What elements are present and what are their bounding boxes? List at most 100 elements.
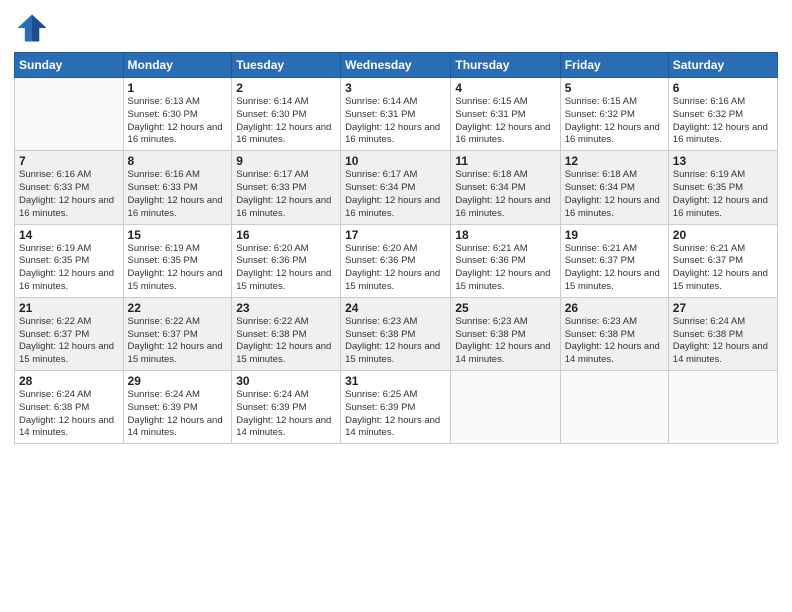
calendar-cell: 29Sunrise: 6:24 AMSunset: 6:39 PMDayligh… (123, 371, 232, 444)
day-detail: Sunrise: 6:14 AMSunset: 6:30 PMDaylight:… (236, 96, 336, 147)
day-detail: Sunrise: 6:16 AMSunset: 6:33 PMDaylight:… (128, 169, 228, 220)
weekday-header-tuesday: Tuesday (232, 53, 341, 78)
calendar-cell: 31Sunrise: 6:25 AMSunset: 6:39 PMDayligh… (341, 371, 451, 444)
calendar-cell: 8Sunrise: 6:16 AMSunset: 6:33 PMDaylight… (123, 151, 232, 224)
day-number: 21 (19, 301, 119, 315)
calendar-cell: 27Sunrise: 6:24 AMSunset: 6:38 PMDayligh… (668, 297, 777, 370)
header (14, 10, 778, 46)
weekday-header-sunday: Sunday (15, 53, 124, 78)
day-number: 1 (128, 81, 228, 95)
weekday-header-friday: Friday (560, 53, 668, 78)
calendar-cell: 10Sunrise: 6:17 AMSunset: 6:34 PMDayligh… (341, 151, 451, 224)
day-detail: Sunrise: 6:22 AMSunset: 6:37 PMDaylight:… (19, 316, 119, 367)
day-detail: Sunrise: 6:23 AMSunset: 6:38 PMDaylight:… (455, 316, 555, 367)
calendar-cell: 6Sunrise: 6:16 AMSunset: 6:32 PMDaylight… (668, 78, 777, 151)
day-number: 29 (128, 374, 228, 388)
calendar-cell: 23Sunrise: 6:22 AMSunset: 6:38 PMDayligh… (232, 297, 341, 370)
day-number: 26 (565, 301, 664, 315)
day-number: 3 (345, 81, 446, 95)
day-number: 13 (673, 154, 773, 168)
calendar-cell: 28Sunrise: 6:24 AMSunset: 6:38 PMDayligh… (15, 371, 124, 444)
day-number: 17 (345, 228, 446, 242)
day-number: 25 (455, 301, 555, 315)
calendar-cell: 5Sunrise: 6:15 AMSunset: 6:32 PMDaylight… (560, 78, 668, 151)
day-number: 24 (345, 301, 446, 315)
calendar-cell: 18Sunrise: 6:21 AMSunset: 6:36 PMDayligh… (451, 224, 560, 297)
day-number: 18 (455, 228, 555, 242)
day-detail: Sunrise: 6:24 AMSunset: 6:39 PMDaylight:… (128, 389, 228, 440)
calendar-week-row: 21Sunrise: 6:22 AMSunset: 6:37 PMDayligh… (15, 297, 778, 370)
day-number: 15 (128, 228, 228, 242)
day-detail: Sunrise: 6:20 AMSunset: 6:36 PMDaylight:… (236, 243, 336, 294)
day-detail: Sunrise: 6:24 AMSunset: 6:38 PMDaylight:… (19, 389, 119, 440)
weekday-header-monday: Monday (123, 53, 232, 78)
logo-icon (14, 10, 50, 46)
calendar-cell: 3Sunrise: 6:14 AMSunset: 6:31 PMDaylight… (341, 78, 451, 151)
day-number: 2 (236, 81, 336, 95)
day-detail: Sunrise: 6:15 AMSunset: 6:31 PMDaylight:… (455, 96, 555, 147)
day-number: 4 (455, 81, 555, 95)
day-number: 9 (236, 154, 336, 168)
calendar-cell (451, 371, 560, 444)
calendar-cell: 11Sunrise: 6:18 AMSunset: 6:34 PMDayligh… (451, 151, 560, 224)
calendar-cell: 24Sunrise: 6:23 AMSunset: 6:38 PMDayligh… (341, 297, 451, 370)
day-detail: Sunrise: 6:21 AMSunset: 6:36 PMDaylight:… (455, 243, 555, 294)
calendar-cell: 13Sunrise: 6:19 AMSunset: 6:35 PMDayligh… (668, 151, 777, 224)
calendar-cell: 9Sunrise: 6:17 AMSunset: 6:33 PMDaylight… (232, 151, 341, 224)
calendar-cell: 22Sunrise: 6:22 AMSunset: 6:37 PMDayligh… (123, 297, 232, 370)
day-detail: Sunrise: 6:19 AMSunset: 6:35 PMDaylight:… (128, 243, 228, 294)
day-number: 20 (673, 228, 773, 242)
calendar-cell: 1Sunrise: 6:13 AMSunset: 6:30 PMDaylight… (123, 78, 232, 151)
calendar-cell: 12Sunrise: 6:18 AMSunset: 6:34 PMDayligh… (560, 151, 668, 224)
day-number: 11 (455, 154, 555, 168)
day-number: 16 (236, 228, 336, 242)
weekday-header-wednesday: Wednesday (341, 53, 451, 78)
calendar-cell (560, 371, 668, 444)
day-number: 23 (236, 301, 336, 315)
day-number: 30 (236, 374, 336, 388)
day-detail: Sunrise: 6:17 AMSunset: 6:34 PMDaylight:… (345, 169, 446, 220)
weekday-header-saturday: Saturday (668, 53, 777, 78)
calendar-cell: 17Sunrise: 6:20 AMSunset: 6:36 PMDayligh… (341, 224, 451, 297)
page: SundayMondayTuesdayWednesdayThursdayFrid… (0, 0, 792, 612)
day-detail: Sunrise: 6:22 AMSunset: 6:38 PMDaylight:… (236, 316, 336, 367)
day-detail: Sunrise: 6:24 AMSunset: 6:38 PMDaylight:… (673, 316, 773, 367)
calendar-week-row: 7 Sunrise: 6:16 AMSunset: 6:33 PMDaylight… (15, 151, 778, 224)
day-detail: Sunrise: 6:25 AMSunset: 6:39 PMDaylight:… (345, 389, 446, 440)
calendar-cell: 20Sunrise: 6:21 AMSunset: 6:37 PMDayligh… (668, 224, 777, 297)
calendar-week-row: 1Sunrise: 6:13 AMSunset: 6:30 PMDaylight… (15, 78, 778, 151)
day-number: 27 (673, 301, 773, 315)
calendar-cell: 19Sunrise: 6:21 AMSunset: 6:37 PMDayligh… (560, 224, 668, 297)
day-detail: Sunrise: 6:22 AMSunset: 6:37 PMDaylight:… (128, 316, 228, 367)
calendar-cell: 4Sunrise: 6:15 AMSunset: 6:31 PMDaylight… (451, 78, 560, 151)
day-detail: Sunrise: 6:19 AMSunset: 6:35 PMDaylight:… (19, 243, 119, 294)
calendar-cell: 30Sunrise: 6:24 AMSunset: 6:39 PMDayligh… (232, 371, 341, 444)
calendar-cell: 14Sunrise: 6:19 AMSunset: 6:35 PMDayligh… (15, 224, 124, 297)
calendar-cell: 7Sunrise: 6:16 AMSunset: 6:33 PMDaylight… (15, 151, 124, 224)
day-number: 5 (565, 81, 664, 95)
calendar-table: SundayMondayTuesdayWednesdayThursdayFrid… (14, 52, 778, 444)
day-number: 6 (673, 81, 773, 95)
day-detail: Sunrise: 6:16 AMSunset: 6:32 PMDaylight:… (673, 96, 773, 147)
day-detail: Sunrise: 6:21 AMSunset: 6:37 PMDaylight:… (673, 243, 773, 294)
calendar-cell: 16Sunrise: 6:20 AMSunset: 6:36 PMDayligh… (232, 224, 341, 297)
day-detail: Sunrise: 6:18 AMSunset: 6:34 PMDaylight:… (565, 169, 664, 220)
calendar-cell: 21Sunrise: 6:22 AMSunset: 6:37 PMDayligh… (15, 297, 124, 370)
day-detail: Sunrise: 6:21 AMSunset: 6:37 PMDaylight:… (565, 243, 664, 294)
day-number: 10 (345, 154, 446, 168)
day-detail: Sunrise: 6:24 AMSunset: 6:39 PMDaylight:… (236, 389, 336, 440)
day-number: 22 (128, 301, 228, 315)
day-number: 19 (565, 228, 664, 242)
day-detail: Sunrise: 6:14 AMSunset: 6:31 PMDaylight:… (345, 96, 446, 147)
day-detail: Sunrise: 6:23 AMSunset: 6:38 PMDaylight:… (345, 316, 446, 367)
day-detail: Sunrise: 6:18 AMSunset: 6:34 PMDaylight:… (455, 169, 555, 220)
day-number: 8 (128, 154, 228, 168)
day-number: 14 (19, 228, 119, 242)
calendar-week-row: 28Sunrise: 6:24 AMSunset: 6:38 PMDayligh… (15, 371, 778, 444)
calendar-cell: 15Sunrise: 6:19 AMSunset: 6:35 PMDayligh… (123, 224, 232, 297)
calendar-cell: 2Sunrise: 6:14 AMSunset: 6:30 PMDaylight… (232, 78, 341, 151)
day-number: 7 (19, 154, 119, 168)
weekday-header-thursday: Thursday (451, 53, 560, 78)
day-number: 28 (19, 374, 119, 388)
calendar-cell: 25Sunrise: 6:23 AMSunset: 6:38 PMDayligh… (451, 297, 560, 370)
